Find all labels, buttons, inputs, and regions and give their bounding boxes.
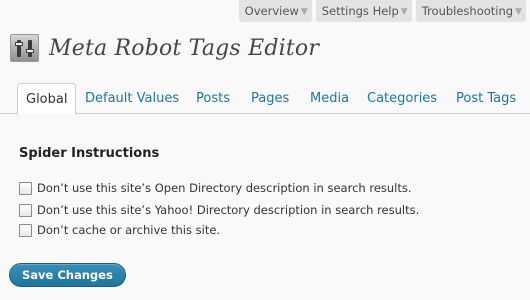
troubleshooting-tab[interactable]: Troubleshooting ▼ bbox=[415, 0, 526, 22]
tab-global[interactable]: Global bbox=[17, 83, 77, 115]
no-cache-checkbox[interactable] bbox=[19, 223, 32, 237]
option-open-directory[interactable]: Don’t use this site’s Open Directory des… bbox=[19, 181, 412, 195]
settings-help-tab[interactable]: Settings Help ▼ bbox=[315, 0, 412, 22]
screen-meta-links: Overview ▼ Settings Help ▼ Troubleshooti… bbox=[238, 0, 526, 22]
page-title: Meta Robot Tags Editor bbox=[49, 35, 320, 61]
troubleshooting-label: Troubleshooting bbox=[421, 4, 514, 18]
nav-tabs: Global Default Values Posts Pages Media … bbox=[0, 83, 530, 115]
tab-posts[interactable]: Posts bbox=[196, 83, 230, 114]
dropdown-arrow-icon: ▼ bbox=[400, 7, 408, 17]
option-no-cache[interactable]: Don’t cache or archive this site. bbox=[19, 223, 220, 237]
tab-categories[interactable]: Categories bbox=[367, 83, 437, 114]
tab-post-tags[interactable]: Post Tags bbox=[456, 83, 516, 114]
option-label: Don’t cache or archive this site. bbox=[37, 223, 221, 237]
overview-label: Overview bbox=[244, 4, 299, 18]
tab-media[interactable]: Media bbox=[310, 83, 349, 114]
open-directory-checkbox[interactable] bbox=[19, 181, 32, 195]
yahoo-directory-checkbox[interactable] bbox=[19, 203, 32, 217]
sliders-icon bbox=[10, 34, 39, 62]
save-changes-button[interactable]: Save Changes bbox=[9, 263, 126, 287]
tab-pages[interactable]: Pages bbox=[251, 83, 289, 114]
settings-help-label: Settings Help bbox=[321, 4, 399, 18]
overview-tab[interactable]: Overview ▼ bbox=[238, 0, 312, 22]
tab-default-values[interactable]: Default Values bbox=[85, 83, 179, 114]
dropdown-arrow-icon: ▼ bbox=[515, 7, 522, 17]
dropdown-arrow-icon: ▼ bbox=[300, 7, 308, 17]
option-yahoo-directory[interactable]: Don’t use this site’s Yahoo! Directory d… bbox=[19, 203, 419, 217]
option-label: Don’t use this site’s Open Directory des… bbox=[37, 181, 412, 195]
option-label: Don’t use this site’s Yahoo! Directory d… bbox=[37, 203, 420, 217]
page-header: Meta Robot Tags Editor bbox=[10, 34, 319, 62]
section-heading: Spider Instructions bbox=[19, 146, 160, 161]
